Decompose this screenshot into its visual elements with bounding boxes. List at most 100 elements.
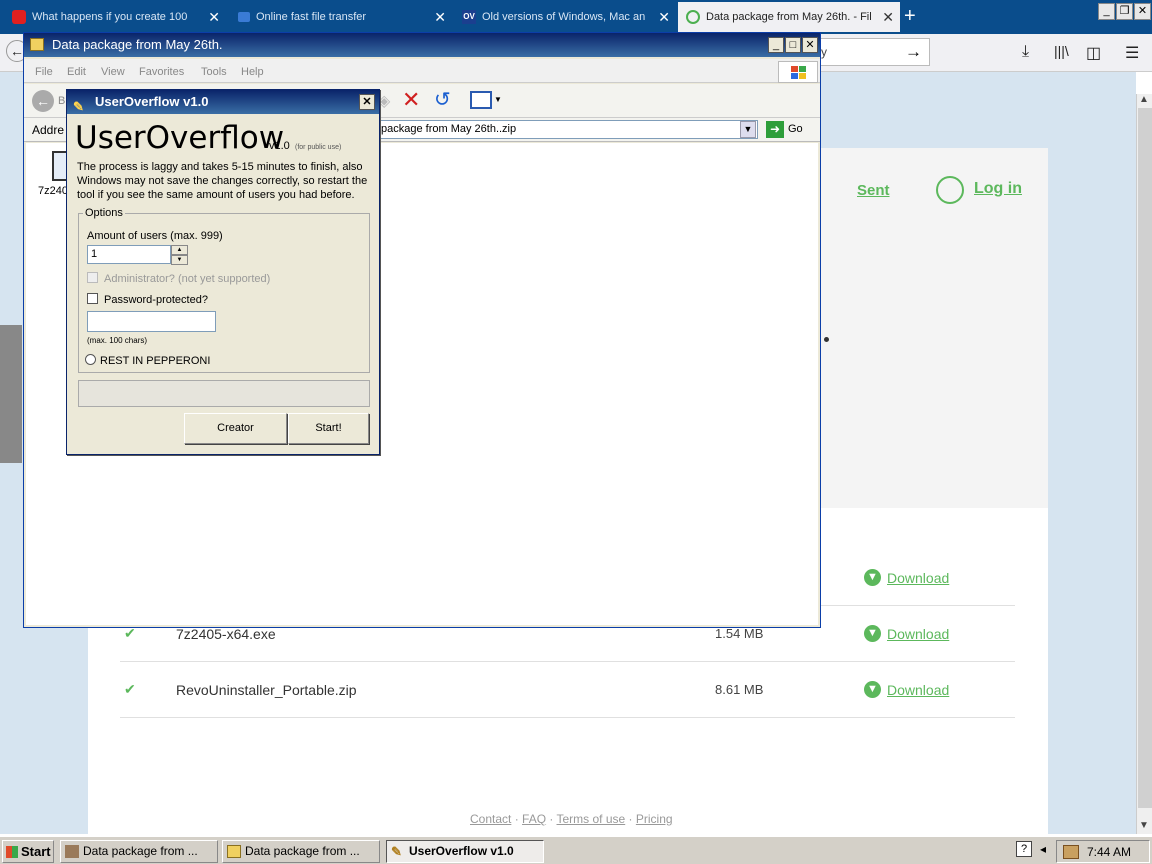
- browser-tab-bar: What happens if you create 100 ✕ Online …: [0, 0, 1152, 34]
- amount-label: Amount of users (max. 999): [87, 230, 223, 242]
- menu-favorites[interactable]: Favorites: [139, 66, 184, 78]
- close-tab-icon[interactable]: ✕: [658, 9, 670, 26]
- scrollbar-thumb[interactable]: [1138, 108, 1152, 808]
- close-window-icon[interactable]: ✕: [1134, 3, 1151, 20]
- file-name: 7z2405-x64.exe: [176, 626, 276, 642]
- file-size: 1.54 MB: [715, 626, 764, 641]
- menu-view[interactable]: View: [101, 66, 125, 78]
- admin-checkbox-row: Administrator? (not yet supported): [87, 272, 270, 285]
- creator-button[interactable]: Creator: [184, 413, 287, 444]
- check-icon: ✔: [124, 681, 136, 697]
- browser-tab-oldversions[interactable]: OV Old versions of Windows, Mac an ✕: [454, 2, 676, 32]
- password-checkbox[interactable]: [87, 293, 98, 304]
- public-use-label: (for public use): [295, 144, 342, 151]
- nav-login-link[interactable]: Log in: [974, 180, 1022, 198]
- description-text: The process is laggy and takes 5-15 minu…: [77, 161, 368, 201]
- ov-icon: OV: [462, 10, 476, 24]
- back-icon[interactable]: ←: [32, 90, 54, 112]
- amount-input[interactable]: 1: [87, 245, 171, 264]
- side-feedback-tab[interactable]: [0, 325, 22, 463]
- windows-logo-icon: [778, 61, 818, 83]
- taskbar-item-active[interactable]: ✎ UserOverflow v1.0: [386, 840, 544, 863]
- minimize-icon[interactable]: _: [1098, 3, 1115, 20]
- footer-contact-link[interactable]: Contact: [470, 812, 511, 826]
- download-link[interactable]: Download: [887, 682, 949, 698]
- browser-tab-active[interactable]: Data package from May 26th. - Fil ✕: [678, 2, 900, 32]
- taskbar: Start Data package from ... Data package…: [0, 836, 1152, 864]
- footer-terms-link[interactable]: Terms of use: [557, 812, 626, 826]
- menu-edit[interactable]: Edit: [67, 66, 86, 78]
- download-icon[interactable]: ▼: [864, 681, 881, 698]
- download-link[interactable]: Download: [887, 570, 949, 586]
- close-tab-icon[interactable]: ✕: [434, 9, 446, 26]
- go-arrow-icon[interactable]: →: [905, 42, 922, 62]
- nav-sent-link[interactable]: Sent: [857, 182, 890, 199]
- download-icon[interactable]: ▼: [864, 569, 881, 586]
- options-group: Options Amount of users (max. 999) 1 ▲ ▼…: [78, 207, 370, 373]
- download-icon[interactable]: ▼: [864, 625, 881, 642]
- views-icon[interactable]: [470, 91, 492, 109]
- footer-faq-link[interactable]: FAQ: [522, 812, 546, 826]
- options-legend: Options: [83, 207, 125, 219]
- taskbar-item[interactable]: Data package from ...: [222, 840, 380, 863]
- minimize-icon[interactable]: _: [768, 37, 784, 53]
- taskbar-item[interactable]: Data package from ...: [60, 840, 218, 863]
- radio-row[interactable]: REST IN PEPPERONI: [85, 354, 210, 367]
- scroll-up-icon[interactable]: ▲: [1139, 94, 1149, 105]
- menu-icon[interactable]: ☰: [1125, 43, 1139, 63]
- chevron-down-icon[interactable]: ▼: [494, 95, 502, 104]
- download-link[interactable]: Download: [887, 626, 949, 642]
- check-icon: ✔: [124, 625, 136, 641]
- loading-icon: [686, 10, 700, 24]
- browser-tab-youtube[interactable]: What happens if you create 100 ✕: [4, 2, 226, 32]
- go-button[interactable]: Go: [788, 123, 803, 135]
- menu-tools[interactable]: Tools: [201, 66, 227, 78]
- windows-flag-icon: [6, 846, 18, 858]
- footer-pricing-link[interactable]: Pricing: [636, 812, 673, 826]
- help-icon[interactable]: ?: [1016, 841, 1032, 857]
- spin-up-icon[interactable]: ▲: [171, 245, 188, 255]
- restore-icon[interactable]: ❐: [1116, 3, 1133, 20]
- address-dropdown-icon[interactable]: ▼: [740, 121, 756, 138]
- downloads-icon[interactable]: ⤓: [1022, 43, 1029, 61]
- version-label: v1.0: [269, 140, 290, 152]
- close-tab-icon[interactable]: ✕: [208, 9, 220, 26]
- user-icon: [936, 176, 964, 204]
- transfer-icon: [238, 12, 250, 22]
- undo-icon[interactable]: ↺: [434, 87, 451, 112]
- menu-help[interactable]: Help: [241, 66, 264, 78]
- start-button[interactable]: Start: [2, 840, 54, 863]
- clock[interactable]: 7:44 AM: [1087, 845, 1131, 859]
- system-tray: 7:44 AM: [1056, 840, 1150, 863]
- rest-in-pepperoni-radio[interactable]: [85, 354, 96, 365]
- volume-icon[interactable]: ◂: [1040, 842, 1046, 856]
- close-icon[interactable]: ✕: [359, 94, 375, 110]
- dialog-title-bar[interactable]: ✎ UserOverflow v1.0 ✕: [67, 90, 379, 114]
- spinner-dot: [824, 337, 829, 342]
- password-checkbox-row[interactable]: Password-protected?: [87, 293, 208, 306]
- page-scrollbar[interactable]: ▲ ▼: [1136, 94, 1152, 834]
- browser-tab-transfer[interactable]: Online fast file transfer ✕: [230, 2, 452, 32]
- explorer-title-bar[interactable]: Data package from May 26th. _ □ ✕: [24, 33, 820, 57]
- maximize-icon[interactable]: □: [785, 37, 801, 53]
- address-input[interactable]: package from May 26th..zip: [376, 120, 758, 139]
- start-button[interactable]: Start!: [288, 413, 369, 444]
- scroll-down-icon[interactable]: ▼: [1139, 820, 1149, 831]
- close-tab-icon[interactable]: ✕: [882, 9, 894, 26]
- file-row: ✔ RevoUninstaller_Portable.zip 8.61 MB ▼…: [120, 662, 1015, 718]
- spin-down-icon[interactable]: ▼: [171, 255, 188, 265]
- page-footer: Contact · FAQ · Terms of use · Pricing: [470, 812, 673, 826]
- library-icon[interactable]: |||\: [1054, 43, 1069, 59]
- network-icon[interactable]: [1063, 845, 1079, 859]
- sidebar-icon[interactable]: ◫: [1086, 43, 1101, 63]
- app-icon: [65, 845, 79, 858]
- app-icon: ✎: [73, 99, 84, 114]
- file-label[interactable]: 7z240: [38, 185, 68, 197]
- go-icon[interactable]: ➜: [766, 121, 784, 138]
- useroverflow-dialog: ✎ UserOverflow v1.0 ✕ UserOverflow v1.0 …: [66, 89, 380, 455]
- menu-file[interactable]: File: [35, 66, 53, 78]
- new-tab-icon[interactable]: +: [904, 5, 916, 28]
- delete-icon[interactable]: ✕: [402, 87, 420, 113]
- close-icon[interactable]: ✕: [802, 37, 818, 53]
- password-input[interactable]: [87, 311, 216, 332]
